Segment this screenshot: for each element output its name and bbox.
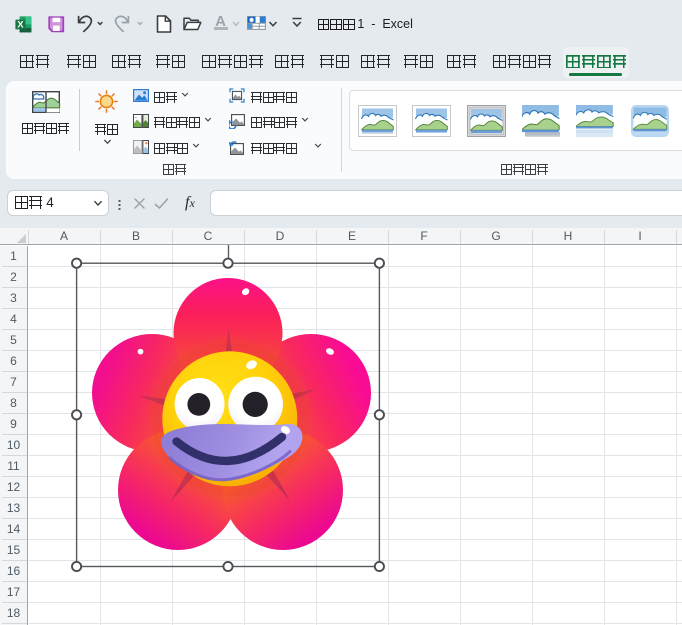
svg-text:X: X	[17, 19, 24, 30]
